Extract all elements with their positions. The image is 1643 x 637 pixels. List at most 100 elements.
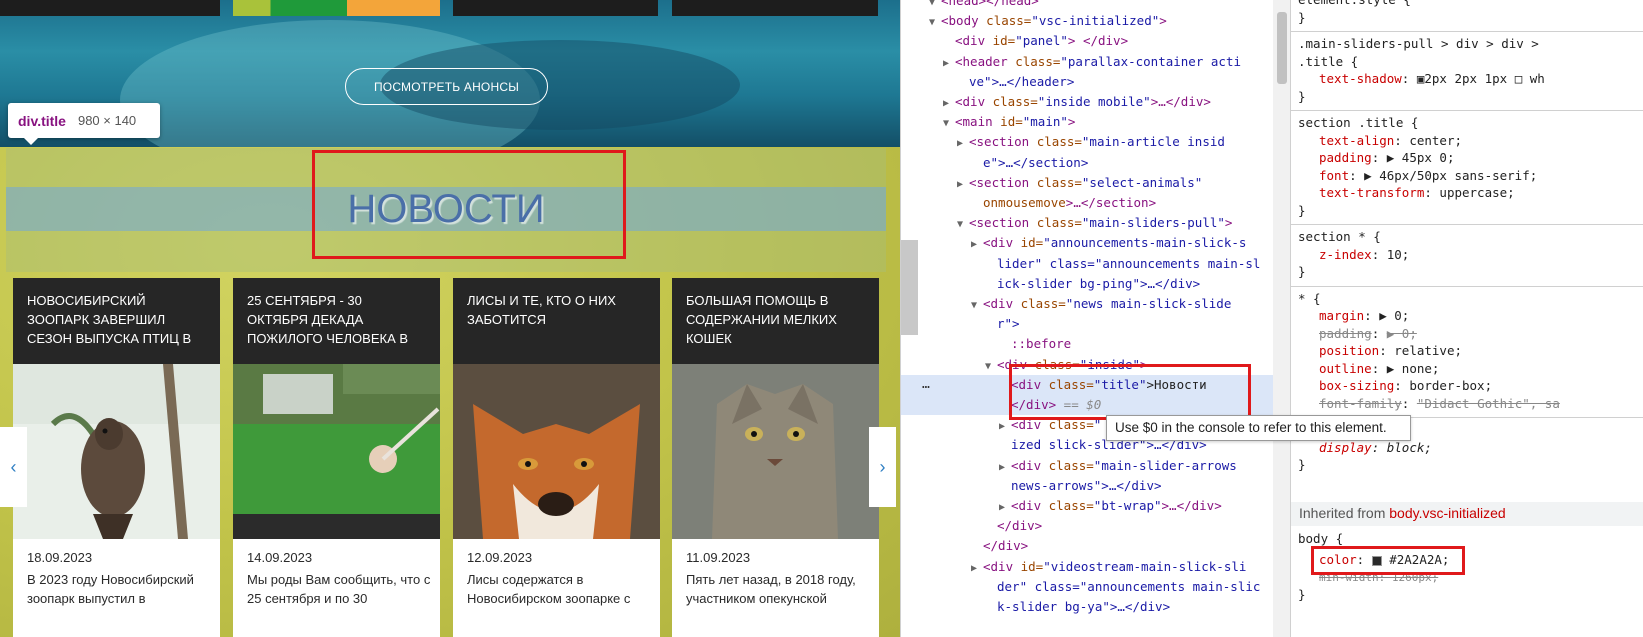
css-declaration[interactable]: padding: ▶ 0; bbox=[1319, 325, 1417, 343]
dom-node-row[interactable]: ▼ <section class="main-sliders-pull"> bbox=[957, 213, 1232, 235]
top-card-3[interactable] bbox=[453, 0, 658, 16]
dom-node-row[interactable]: ▶ <div class="bt-wrap">…</div> bbox=[999, 496, 1222, 518]
expand-triangle-icon[interactable]: ▼ bbox=[929, 13, 941, 33]
news-card-title[interactable]: 25 СЕНТЯБРЯ - 30 ОКТЯБРЯ ДЕКАДА ПОЖИЛОГО… bbox=[233, 278, 440, 364]
css-property[interactable]: margin bbox=[1319, 308, 1364, 323]
dom-node-row[interactable]: der" class="announcements main-slic bbox=[997, 577, 1260, 597]
css-value[interactable]: uppercase; bbox=[1439, 185, 1514, 200]
css-declaration[interactable]: font: ▶ 46px/50px sans-serif; bbox=[1319, 167, 1537, 185]
css-value[interactable]: ▶ 0; bbox=[1379, 308, 1409, 323]
slider-next-button[interactable]: › bbox=[869, 427, 896, 507]
dom-node-row[interactable]: </div> bbox=[997, 516, 1042, 536]
css-declaration[interactable]: font-family: "Didact Gothic", sa bbox=[1319, 395, 1560, 413]
top-card-2[interactable] bbox=[233, 0, 440, 16]
collapse-triangle-icon[interactable]: ▶ bbox=[999, 498, 1011, 518]
css-property[interactable]: z-index bbox=[1319, 247, 1372, 262]
css-property[interactable]: font-family bbox=[1319, 396, 1402, 411]
dom-node-row[interactable]: ::before bbox=[1011, 334, 1071, 354]
expand-triangle-icon[interactable]: ▼ bbox=[943, 114, 955, 134]
css-property[interactable]: text-shadow bbox=[1319, 71, 1402, 86]
dom-node-row[interactable]: ▶ <section class="select-animals" bbox=[957, 173, 1202, 195]
css-value[interactable]: border-box; bbox=[1409, 378, 1492, 393]
css-value[interactable]: block; bbox=[1387, 440, 1432, 455]
news-card-title[interactable]: НОВОСИБИРСКИЙ ЗООПАРК ЗАВЕРШИЛ СЕЗОН ВЫП… bbox=[13, 278, 220, 364]
css-declaration[interactable]: text-transform: uppercase; bbox=[1319, 184, 1515, 202]
dom-node-row[interactable]: ▶ <div id="announcements-main-slick-s bbox=[971, 233, 1246, 255]
chevron-left-icon: ‹ bbox=[10, 456, 17, 477]
dom-node-row[interactable]: news-arrows">…</div> bbox=[1011, 476, 1162, 496]
collapse-triangle-icon[interactable]: ▶ bbox=[999, 458, 1011, 478]
collapse-triangle-icon[interactable]: ▶ bbox=[971, 559, 983, 579]
dom-attr-value: "inside mobile" bbox=[1037, 94, 1151, 109]
news-card[interactable]: НОВОСИБИРСКИЙ ЗООПАРК ЗАВЕРШИЛ СЕЗОН ВЫП… bbox=[13, 278, 220, 637]
inherited-selector-link[interactable]: body.vsc-initialized bbox=[1389, 505, 1505, 521]
css-value[interactable]: ▣2px 2px 1px □ wh bbox=[1417, 71, 1545, 86]
dom-node-row[interactable]: ▶ <header class="parallax-container acti bbox=[943, 52, 1241, 74]
collapse-triangle-icon[interactable]: ▶ bbox=[957, 134, 969, 154]
slider-prev-button[interactable]: ‹ bbox=[0, 427, 27, 507]
css-value[interactable]: 10; bbox=[1387, 247, 1410, 262]
news-card-title[interactable]: ЛИСЫ И ТЕ, КТО О НИХ ЗАБОТИТСЯ bbox=[453, 278, 660, 364]
dom-node-row[interactable]: ick-slider bg-ping">…</div> bbox=[997, 274, 1200, 294]
css-declaration[interactable]: position: relative; bbox=[1319, 342, 1462, 360]
top-card-4[interactable] bbox=[672, 0, 878, 16]
css-declaration[interactable]: margin: ▶ 0; bbox=[1319, 307, 1409, 325]
css-value[interactable]: center; bbox=[1409, 133, 1462, 148]
css-property[interactable]: text-transform bbox=[1319, 185, 1424, 200]
dom-node-row[interactable]: ▶ <section class="main-article insid bbox=[957, 132, 1225, 154]
collapse-triangle-icon[interactable]: ▶ bbox=[957, 175, 969, 195]
css-declaration[interactable]: outline: ▶ none; bbox=[1319, 360, 1439, 378]
dom-node-row[interactable]: lider" class="announcements main-sl bbox=[997, 254, 1260, 274]
dom-node-row[interactable]: ▼ <body class="vsc-initialized"> bbox=[929, 11, 1167, 33]
css-value[interactable]: relative; bbox=[1394, 343, 1462, 358]
css-property[interactable]: position bbox=[1319, 343, 1379, 358]
css-value[interactable]: "Didact Gothic", sa bbox=[1417, 396, 1560, 411]
css-property[interactable]: display bbox=[1319, 440, 1372, 455]
top-card-1[interactable] bbox=[0, 0, 220, 16]
css-property[interactable]: box-sizing bbox=[1319, 378, 1394, 393]
css-declaration[interactable]: z-index: 10; bbox=[1319, 246, 1409, 264]
view-announcements-button[interactable]: ПОСМОТРЕТЬ АНОНСЫ bbox=[345, 68, 548, 105]
expand-triangle-icon[interactable]: ▼ bbox=[985, 357, 997, 377]
news-card[interactable]: ЛИСЫ И ТЕ, КТО О НИХ ЗАБОТИТСЯ 12.09.202… bbox=[453, 278, 660, 637]
news-card[interactable]: 25 СЕНТЯБРЯ - 30 ОКТЯБРЯ ДЕКАДА ПОЖИЛОГО… bbox=[233, 278, 440, 637]
dom-node-row[interactable]: ▼ <main id="main"> bbox=[943, 112, 1075, 134]
dom-node-row[interactable]: onmousemove>…</section> bbox=[983, 193, 1156, 213]
css-declaration[interactable]: box-sizing: border-box; bbox=[1319, 377, 1492, 395]
css-value[interactable]: ▶ 0; bbox=[1387, 326, 1417, 341]
news-card-title[interactable]: БОЛЬШАЯ ПОМОЩЬ В СОДЕРЖАНИИ МЕЛКИХ КОШЕК bbox=[672, 278, 879, 364]
css-declaration[interactable]: text-shadow: ▣2px 2px 1px □ wh bbox=[1319, 70, 1545, 88]
news-card[interactable]: БОЛЬШАЯ ПОМОЩЬ В СОДЕРЖАНИИ МЕЛКИХ КОШЕК… bbox=[672, 278, 879, 637]
css-value[interactable]: ▶ 45px 0; bbox=[1387, 150, 1455, 165]
css-property[interactable]: text-align bbox=[1319, 133, 1394, 148]
css-declaration[interactable]: padding: ▶ 45px 0; bbox=[1319, 149, 1454, 167]
dom-attr-name: id= bbox=[985, 33, 1016, 49]
elements-scrollbar-thumb[interactable] bbox=[1277, 12, 1287, 84]
collapse-triangle-icon[interactable]: ▶ bbox=[999, 417, 1011, 437]
dom-node-row[interactable]: ▶ <div id="videostream-main-slick-sli bbox=[971, 557, 1246, 579]
dom-node-row[interactable]: k-slider bg-ya">…</div> bbox=[997, 597, 1170, 617]
css-property[interactable]: padding bbox=[1319, 326, 1372, 341]
css-declaration[interactable]: display: block; bbox=[1319, 439, 1432, 457]
expand-triangle-icon[interactable]: ▼ bbox=[957, 215, 969, 235]
css-declaration[interactable]: text-align: center; bbox=[1319, 132, 1462, 150]
dom-node-row[interactable]: ▼ <div class="news main-slick-slide bbox=[971, 294, 1231, 316]
css-value[interactable]: ▶ 46px/50px sans-serif; bbox=[1364, 168, 1537, 183]
node-actions-menu[interactable]: … bbox=[922, 377, 930, 392]
elements-scrollbar-track[interactable] bbox=[1273, 0, 1290, 637]
dom-node-row[interactable]: <div id="panel"> </div> bbox=[955, 31, 1128, 51]
css-value[interactable]: ▶ none; bbox=[1387, 361, 1440, 376]
collapse-triangle-icon[interactable]: ▶ bbox=[943, 54, 955, 74]
css-property[interactable]: outline bbox=[1319, 361, 1372, 376]
collapse-triangle-icon[interactable]: ▶ bbox=[943, 94, 955, 114]
css-property[interactable]: padding bbox=[1319, 150, 1372, 165]
css-property[interactable]: font bbox=[1319, 168, 1349, 183]
collapse-triangle-icon[interactable]: ▶ bbox=[971, 235, 983, 255]
dom-node-row[interactable]: ve">…</header> bbox=[969, 72, 1074, 92]
dom-node-row[interactable]: e">…</section> bbox=[983, 153, 1088, 173]
dom-node-row[interactable]: </div> bbox=[983, 536, 1028, 556]
dom-node-row[interactable]: ▶ <div class="inside mobile">…</div> bbox=[943, 92, 1211, 114]
dom-node-row[interactable]: ▶ <div class="main-slider-arrows bbox=[999, 456, 1237, 478]
expand-triangle-icon[interactable]: ▼ bbox=[971, 296, 983, 316]
dom-node-row[interactable]: r"> bbox=[997, 314, 1020, 334]
